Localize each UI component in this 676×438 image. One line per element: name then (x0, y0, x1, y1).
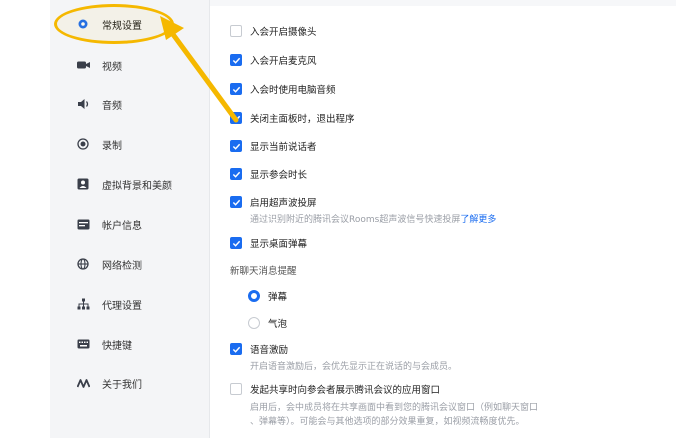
sidebar-item-proxy[interactable]: 代理设置 (50, 289, 210, 319)
option-open-camera[interactable]: 入会开启摄像头 (230, 24, 317, 38)
option-exit-on-close[interactable]: 关闭主面板时，退出程序 (230, 111, 355, 125)
radio-danmaku[interactable]: 弹幕 (248, 289, 287, 303)
description-text: 通过识别附近的腾讯会议Rooms超声波信号快速投屏 (250, 215, 461, 225)
settings-sidebar: 常规设置 视频 音频 录制 虚拟背景和美颜 帐户信息 网络检测 代理设置 快捷键… (50, 0, 210, 438)
keyboard-icon (76, 337, 90, 351)
option-show-speaker[interactable]: 显示当前说话者 (230, 139, 317, 153)
speaker-icon (76, 97, 90, 111)
option-voice-motivation[interactable]: 语音激励 (230, 342, 288, 356)
option-label: 显示当前说话者 (250, 142, 317, 153)
checkbox[interactable] (230, 25, 242, 37)
ultrasonic-description: 通过识别附近的腾讯会议Rooms超声波信号快速投屏了解更多 (250, 212, 496, 225)
sidebar-item-label: 代理设置 (102, 300, 142, 312)
option-label: 入会开启麦克风 (250, 56, 317, 67)
radio-bubble[interactable]: 气泡 (248, 316, 287, 330)
sidebar-item-label: 网络检测 (102, 260, 142, 272)
sidebar-item-label: 快捷键 (102, 340, 132, 352)
radio-label: 弹幕 (268, 292, 288, 303)
sidebar-item-audio[interactable]: 音频 (50, 89, 210, 119)
option-share-app-window[interactable]: 发起共享时向参会者展示腾讯会议的应用窗口 (230, 382, 440, 396)
network-tree-icon (76, 297, 90, 311)
camera-icon (76, 58, 90, 72)
sidebar-item-about[interactable]: 关于我们 (50, 368, 210, 398)
option-show-duration[interactable]: 显示参会时长 (230, 167, 307, 181)
checkbox[interactable] (230, 168, 242, 180)
share-app-window-description-line2: 、弹幕等）。可能会与其他选项的部分效果重复，如视频流畅度优先。 (250, 417, 525, 427)
sidebar-item-label: 音频 (102, 100, 122, 112)
record-icon (76, 137, 90, 151)
radio-label: 气泡 (268, 319, 288, 330)
checkbox[interactable] (230, 383, 242, 395)
highlight-annotation-oval (54, 4, 174, 44)
radio-button[interactable] (248, 290, 260, 302)
option-label: 入会开启摄像头 (250, 27, 317, 38)
sidebar-item-record[interactable]: 录制 (50, 129, 210, 159)
sidebar-item-label: 虚拟背景和美颜 (102, 180, 172, 192)
option-label: 显示参会时长 (250, 170, 308, 181)
sidebar-item-virtual-background[interactable]: 虚拟背景和美颜 (50, 169, 210, 199)
option-open-mic[interactable]: 入会开启麦克风 (230, 53, 317, 67)
checkbox[interactable] (230, 237, 242, 249)
portrait-icon (76, 177, 90, 191)
learn-more-link[interactable]: 了解更多 (460, 215, 496, 225)
sidebar-item-label: 关于我们 (102, 379, 142, 391)
radio-button[interactable] (248, 317, 260, 329)
sidebar-item-video[interactable]: 视频 (50, 50, 210, 80)
checkbox[interactable] (230, 343, 242, 355)
globe-icon (76, 257, 90, 271)
chat-alert-title: 新聊天消息提醒 (230, 266, 297, 277)
sidebar-item-label: 帐户信息 (102, 220, 142, 232)
id-card-icon (76, 217, 90, 231)
option-ultrasonic-cast[interactable]: 启用超声波投屏 (230, 195, 317, 209)
option-label: 关闭主面板时，退出程序 (250, 114, 355, 125)
sidebar-item-label: 录制 (102, 140, 122, 152)
option-use-pc-audio[interactable]: 入会时使用电脑音频 (230, 82, 336, 96)
checkbox[interactable] (230, 54, 242, 66)
option-label: 显示桌面弹幕 (250, 239, 308, 250)
share-app-window-description-line1: 启用后，会中成员将在共享画面中看到您的腾讯会议窗口（例如聊天窗口 (250, 403, 539, 413)
voice-motivation-description: 开启语音激励后，会优先显示正在说话的与会成员。 (250, 362, 458, 372)
option-label: 入会时使用电脑音频 (250, 85, 336, 96)
checkbox[interactable] (230, 196, 242, 208)
sidebar-item-shortcuts[interactable]: 快捷键 (50, 329, 210, 359)
option-show-danmaku[interactable]: 显示桌面弹幕 (230, 236, 307, 250)
sidebar-item-account[interactable]: 帐户信息 (50, 209, 210, 239)
logo-icon (76, 376, 90, 390)
general-settings-panel: 入会开启摄像头 入会开启麦克风 入会时使用电脑音频 关闭主面板时，退出程序 显示… (226, 0, 666, 438)
sidebar-item-label: 视频 (102, 61, 122, 73)
option-label: 启用超声波投屏 (250, 198, 317, 209)
sidebar-item-network-check[interactable]: 网络检测 (50, 249, 210, 279)
checkbox[interactable] (230, 140, 242, 152)
option-label: 语音激励 (250, 345, 289, 356)
checkbox[interactable] (230, 83, 242, 95)
checkbox[interactable] (230, 112, 242, 124)
option-label: 发起共享时向参会者展示腾讯会议的应用窗口 (250, 385, 441, 396)
